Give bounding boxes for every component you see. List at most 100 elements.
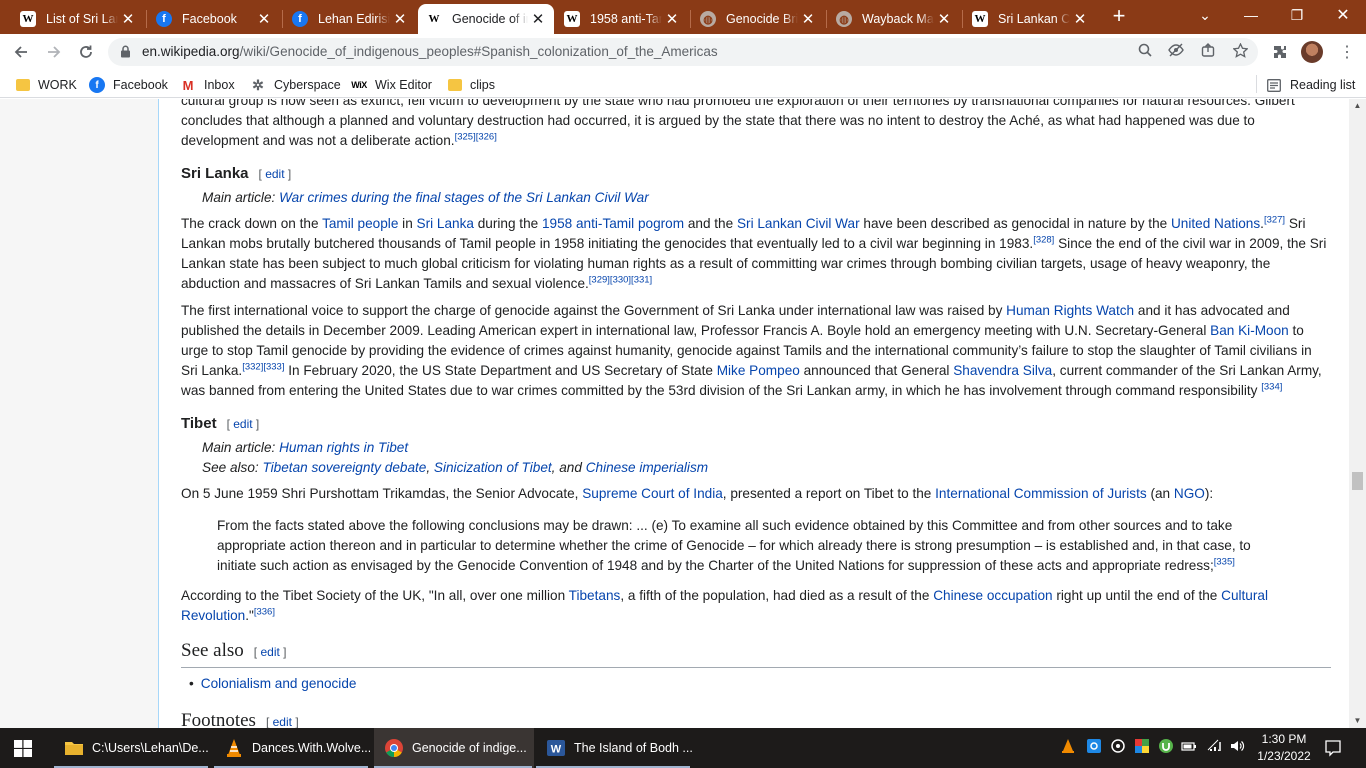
edit-link-text[interactable]: edit xyxy=(265,167,284,181)
tab-sri-lankan-civil-war[interactable]: W Sri Lankan Civil War ✕ xyxy=(964,4,1096,34)
printer-tray-icon[interactable] xyxy=(1110,738,1126,754)
close-icon[interactable]: ✕ xyxy=(1070,10,1090,28)
app-tray-icon[interactable] xyxy=(1134,738,1150,754)
reference-link[interactable]: [327] xyxy=(1264,214,1285,225)
edit-section-link[interactable]: [ edit ] xyxy=(254,645,287,659)
close-icon[interactable]: ✕ xyxy=(254,10,274,28)
main-article-link[interactable]: War crimes during the final stages of th… xyxy=(279,190,649,205)
vertical-scrollbar[interactable]: ▲ ▼ xyxy=(1349,99,1366,728)
scroll-up-icon[interactable]: ▲ xyxy=(1349,99,1366,113)
edit-link-text[interactable]: edit xyxy=(260,645,279,659)
link-colonialism-and-genocide[interactable]: Colonialism and genocide xyxy=(201,676,357,691)
close-icon[interactable]: ✕ xyxy=(390,10,410,28)
utorrent-tray-icon[interactable] xyxy=(1158,738,1174,754)
tab-facebook[interactable]: f Facebook ✕ xyxy=(148,4,280,34)
tab-genocide-of-indigenous[interactable]: W Genocide of indigenous ✕ xyxy=(418,4,554,34)
reading-list-button[interactable]: Reading list xyxy=(1267,76,1355,94)
bookmark-facebook[interactable]: f Facebook xyxy=(89,76,168,94)
main-article-link[interactable]: Human rights in Tibet xyxy=(279,440,408,455)
link-human-rights-watch[interactable]: Human Rights Watch xyxy=(1006,303,1134,318)
restore-button[interactable]: ❐ xyxy=(1274,0,1320,30)
see-also-hatnote: See also: Tibetan sovereignty debate, Si… xyxy=(181,458,1331,478)
link-ngo[interactable]: NGO xyxy=(1174,486,1205,501)
reference-link[interactable]: [336] xyxy=(254,606,275,617)
taskbar-file-explorer[interactable]: C:\Users\Lehan\De... xyxy=(54,728,210,768)
reference-link[interactable]: [325][326] xyxy=(455,131,497,142)
link-chinese-imperialism[interactable]: Chinese imperialism xyxy=(586,460,708,475)
tab-title: List of Sri Lanka xyxy=(46,12,118,26)
link-chinese-occupation[interactable]: Chinese occupation xyxy=(933,588,1052,603)
settings-tray-icon[interactable] xyxy=(1086,738,1102,754)
link-tibetan-sovereignty[interactable]: Tibetan sovereignty debate xyxy=(262,460,426,475)
link-civil-war[interactable]: Sri Lankan Civil War xyxy=(737,216,860,231)
link-mike-pompeo[interactable]: Mike Pompeo xyxy=(717,363,800,378)
bookmark-inbox[interactable]: M Inbox xyxy=(180,76,235,94)
profile-avatar[interactable] xyxy=(1301,41,1323,63)
reload-button[interactable] xyxy=(73,40,99,64)
reference-link[interactable]: [329][330][331] xyxy=(589,274,652,285)
browser-menu-button[interactable]: ⋮ xyxy=(1334,40,1360,64)
bookmark-star-icon[interactable] xyxy=(1230,42,1250,61)
link-ban-ki-moon[interactable]: Ban Ki-Moon xyxy=(1210,323,1289,338)
bookmark-cyberspace[interactable]: ✲ Cyberspace xyxy=(250,76,341,94)
close-icon[interactable]: ✕ xyxy=(118,10,138,28)
start-button[interactable] xyxy=(0,728,48,768)
taskbar-word[interactable]: W The Island of Bodh ... xyxy=(536,728,692,768)
taskbar-clock[interactable]: 1:30 PM 1/23/2022 xyxy=(1248,731,1320,765)
scroll-down-icon[interactable]: ▼ xyxy=(1349,714,1366,728)
volume-tray-icon[interactable] xyxy=(1229,738,1245,754)
edit-link-text[interactable]: edit xyxy=(273,715,292,728)
list-item: Colonialism and genocide xyxy=(189,674,1331,694)
wifi-tray-icon[interactable] xyxy=(1206,738,1222,754)
notification-icon[interactable] xyxy=(1324,739,1342,757)
bookmark-wix-editor[interactable]: WiX Wix Editor xyxy=(351,76,432,94)
tab-separator xyxy=(690,10,691,28)
tab-lehan-edirisinghe[interactable]: f Lehan Edirisinghe ✕ xyxy=(284,4,416,34)
tracking-eye-icon[interactable] xyxy=(1166,43,1186,61)
tab-genocide-bride[interactable]: ◍ Genocide Bride ✕ xyxy=(692,4,824,34)
close-icon[interactable]: ✕ xyxy=(528,10,548,28)
edit-section-link[interactable]: [ edit ] xyxy=(266,715,299,728)
battery-tray-icon[interactable] xyxy=(1181,738,1197,754)
reference-link[interactable]: [328] xyxy=(1033,234,1054,245)
taskbar-vlc[interactable]: Dances.With.Wolve... xyxy=(214,728,370,768)
close-icon[interactable]: ✕ xyxy=(662,10,682,28)
tab-wayback-machine[interactable]: ◍ Wayback Machine ✕ xyxy=(828,4,960,34)
vlc-tray-icon[interactable] xyxy=(1060,738,1076,754)
edit-section-link[interactable]: [ edit ] xyxy=(259,167,292,181)
close-icon[interactable]: ✕ xyxy=(934,10,954,28)
link-icj[interactable]: International Commission of Jurists xyxy=(935,486,1147,501)
link-1958-pogrom[interactable]: 1958 anti-Tamil pogrom xyxy=(542,216,684,231)
new-tab-button[interactable]: + xyxy=(1108,5,1130,29)
bookmark-work[interactable]: WORK xyxy=(16,76,77,94)
link-tibetans[interactable]: Tibetans xyxy=(569,588,621,603)
link-tamil-people[interactable]: Tamil people xyxy=(322,216,398,231)
extensions-button[interactable] xyxy=(1267,40,1293,64)
reference-link[interactable]: [332][333] xyxy=(242,361,284,372)
bookmark-clips[interactable]: clips xyxy=(448,76,495,94)
close-icon[interactable]: ✕ xyxy=(798,10,818,28)
edit-link-text[interactable]: edit xyxy=(233,417,252,431)
edit-section-link[interactable]: [ edit ] xyxy=(227,417,260,431)
link-shavendra-silva[interactable]: Shavendra Silva xyxy=(953,363,1052,378)
close-window-button[interactable]: ✕ xyxy=(1320,0,1366,30)
share-icon[interactable] xyxy=(1198,43,1218,61)
address-bar[interactable]: en.wikipedia.org/wiki/Genocide_of_indige… xyxy=(108,38,1258,66)
forward-button[interactable] xyxy=(41,40,67,64)
tab-list-of-sri-lanka[interactable]: W List of Sri Lanka ✕ xyxy=(12,4,144,34)
back-button[interactable] xyxy=(8,40,34,64)
tab-search-button[interactable]: ⌄ xyxy=(1182,0,1228,30)
link-sinicization[interactable]: Sinicization of Tibet xyxy=(434,460,552,475)
minimize-button[interactable]: — xyxy=(1228,0,1274,30)
reference-link[interactable]: [335] xyxy=(1214,556,1235,567)
link-united-nations[interactable]: United Nations xyxy=(1171,216,1260,231)
tab-1958-anti-tamil[interactable]: W 1958 anti-Tamil ✕ xyxy=(556,4,688,34)
link-sri-lanka[interactable]: Sri Lanka xyxy=(417,216,474,231)
bookmark-label: Facebook xyxy=(113,78,168,92)
scroll-thumb[interactable] xyxy=(1352,472,1363,490)
reference-link[interactable]: [334] xyxy=(1261,381,1282,392)
folder-icon xyxy=(16,79,30,91)
zoom-search-icon[interactable] xyxy=(1135,43,1155,61)
taskbar-chrome[interactable]: Genocide of indige... xyxy=(374,728,534,768)
link-supreme-court-india[interactable]: Supreme Court of India xyxy=(582,486,723,501)
